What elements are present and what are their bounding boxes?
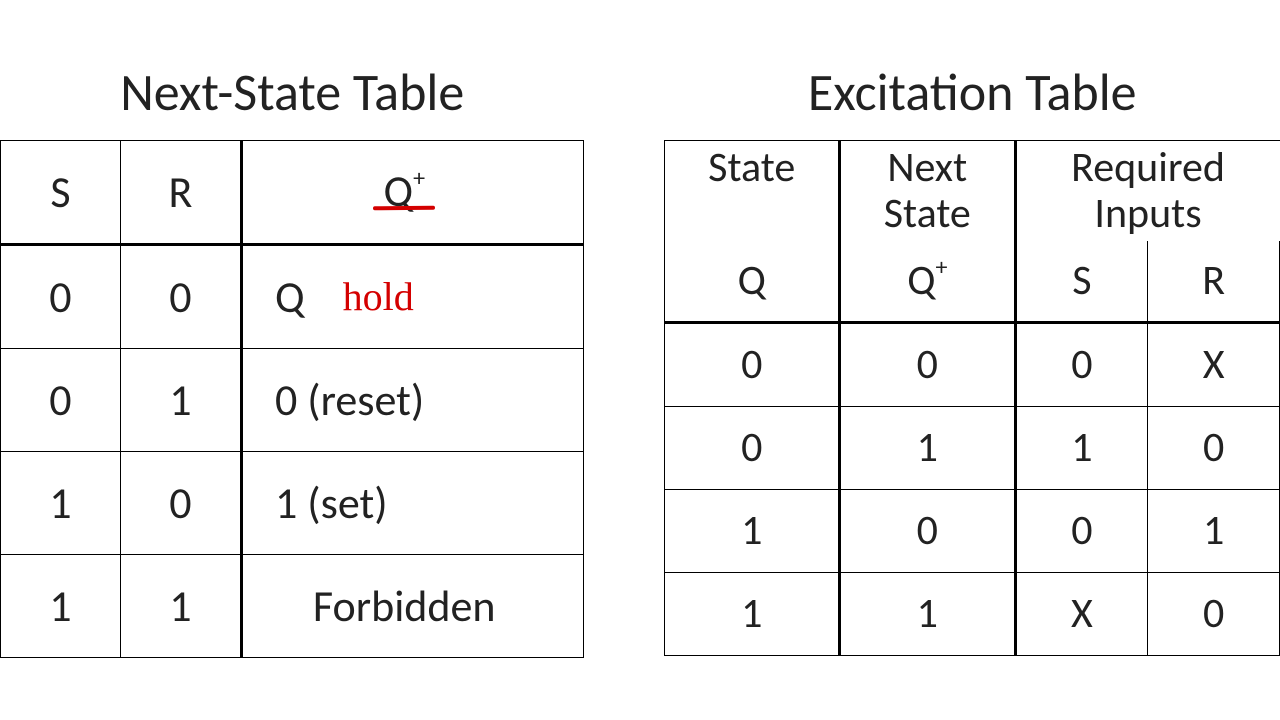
slide-content: Next-State Table S R Q+ 0 0 Q hold <box>0 60 1280 658</box>
cell-r: 0 <box>1148 407 1280 490</box>
next-state-panel: Next-State Table S R Q+ 0 0 Q hold <box>0 60 584 658</box>
table-row: 1 1 Forbidden <box>1 555 584 658</box>
cell-qplus: 1 <box>840 573 1016 656</box>
cell-s: 0 <box>1 349 121 452</box>
next-state-title: Next-State Table <box>120 60 464 124</box>
table-row: 0 1 0 (reset) <box>1 349 584 452</box>
table-row: 1 1 X 0 <box>665 573 1280 656</box>
cell-r: 0 <box>120 245 241 349</box>
cell-qplus: 1 <box>840 407 1016 490</box>
qplus-plus: + <box>935 253 947 282</box>
cell-r: 1 <box>120 555 241 658</box>
next-line2: State <box>884 188 971 239</box>
cell-r: X <box>1148 323 1280 407</box>
table-row: 0 1 1 0 <box>665 407 1280 490</box>
excitation-table: State Next State Required Inputs Q Q+ S … <box>664 140 1280 656</box>
table-header-row1: State Next State Required Inputs <box>665 141 1280 242</box>
cell-s: X <box>1015 573 1148 656</box>
next-state-table: S R Q+ 0 0 Q hold 0 1 <box>0 140 584 658</box>
cell-r: 1 <box>1148 490 1280 573</box>
excitation-title: Excitation Table <box>808 60 1137 124</box>
header-state: State <box>665 141 840 242</box>
header-required-inputs: Required Inputs <box>1015 141 1279 242</box>
cell-r: 0 <box>1148 573 1280 656</box>
cell-q: Forbidden <box>242 555 584 658</box>
header-s: S <box>1015 241 1148 323</box>
header-q: Q <box>665 241 840 323</box>
table-header: S R Q+ <box>1 141 584 245</box>
qplus-plus: + <box>413 164 425 193</box>
excitation-panel: Excitation Table State Next State Requir… <box>664 60 1280 656</box>
table-row: 1 0 0 1 <box>665 490 1280 573</box>
header-s: S <box>1 141 121 245</box>
next-line1: Next <box>887 142 967 193</box>
cell-s: 0 <box>1 245 121 349</box>
cell-qplus: 0 <box>840 323 1016 407</box>
cell-s: 1 <box>1 452 121 555</box>
cell-q: 0 (reset) <box>242 349 584 452</box>
cell-r: 1 <box>120 349 241 452</box>
q-value: Q <box>275 270 305 324</box>
header-qplus: Q+ <box>242 141 584 245</box>
table-row: 0 0 0 X <box>665 323 1280 407</box>
qplus-q: Q <box>907 255 935 306</box>
header-r: R <box>1148 241 1280 323</box>
cell-q: 0 <box>665 407 840 490</box>
cell-q: 1 <box>665 573 840 656</box>
cell-q: 1 (set) <box>242 452 584 555</box>
cell-q: 0 <box>665 323 840 407</box>
table-header-row2: Q Q+ S R <box>665 241 1280 323</box>
req-line2: Inputs <box>1094 188 1201 239</box>
cell-s: 1 <box>1 555 121 658</box>
cell-s: 0 <box>1015 490 1148 573</box>
header-qplus: Q+ <box>840 241 1016 323</box>
cell-qplus: 0 <box>840 490 1016 573</box>
cell-s: 0 <box>1015 323 1148 407</box>
req-line1: Required <box>1071 142 1225 193</box>
annotation-underline <box>373 206 435 211</box>
header-r: R <box>120 141 241 245</box>
cell-s: 1 <box>1015 407 1148 490</box>
table-row: 0 0 Q hold <box>1 245 584 349</box>
table-row: 1 0 1 (set) <box>1 452 584 555</box>
header-next-state: Next State <box>840 141 1016 242</box>
cell-r: 0 <box>120 452 241 555</box>
annotation-hold: hold <box>343 276 414 318</box>
cell-q: 1 <box>665 490 840 573</box>
cell-q: Q hold <box>242 245 584 349</box>
